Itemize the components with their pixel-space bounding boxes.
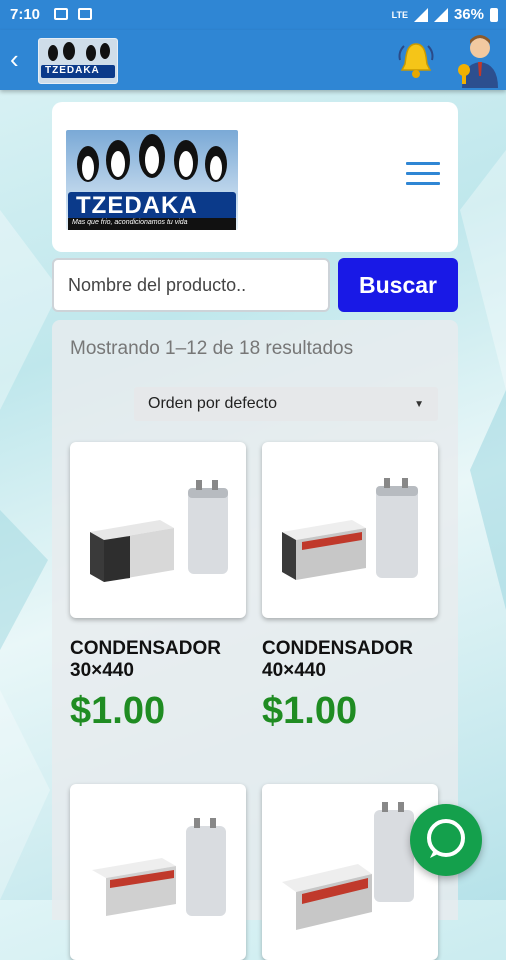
- result-count: Mostrando 1–12 de 18 resultados: [70, 338, 354, 359]
- status-time: 7:10: [10, 6, 41, 23]
- chat-bubble-icon: [427, 819, 465, 858]
- message-icon: [78, 8, 92, 20]
- signal-icon: [413, 7, 428, 22]
- search-button[interactable]: Buscar: [338, 258, 458, 312]
- battery-percent: 36%: [453, 6, 484, 23]
- product-image[interactable]: [70, 442, 246, 618]
- app-bar: ‹ TZEDAKA: [0, 30, 506, 90]
- user-avatar-icon[interactable]: [452, 32, 502, 88]
- brand-name: TZEDAKA: [76, 192, 198, 219]
- product-price: $1.00: [262, 690, 358, 732]
- brand-logo[interactable]: TZEDAKA Mas que frio, acondicionamos tu …: [66, 130, 238, 230]
- product-image[interactable]: [70, 784, 246, 960]
- status-bar: 7:10 LTE 36%: [0, 0, 506, 30]
- app-logo-text: TZEDAKA: [45, 65, 100, 76]
- sort-select[interactable]: Orden por defecto ▼: [134, 387, 438, 421]
- chat-button[interactable]: [410, 804, 482, 876]
- product-price: $1.00: [70, 690, 166, 732]
- signal-icon-2: [433, 7, 448, 22]
- product-name[interactable]: CONDENSADOR 30×440: [70, 638, 246, 682]
- brand-tagline: Mas que frio, acondicionamos tu vida: [72, 219, 188, 226]
- caret-down-icon: ▼: [414, 398, 424, 410]
- product-image[interactable]: [262, 442, 438, 618]
- app-logo: TZEDAKA: [38, 38, 118, 84]
- sort-label: Orden por defecto: [148, 395, 277, 412]
- chevron-left-icon[interactable]: ‹: [10, 46, 19, 72]
- bell-icon[interactable]: [392, 36, 440, 84]
- menu-icon[interactable]: [406, 162, 440, 190]
- search-input[interactable]: [52, 258, 330, 312]
- battery-icon: [490, 7, 498, 22]
- gallery-icon: [54, 8, 68, 20]
- product-name[interactable]: CONDENSADOR 40×440: [262, 638, 438, 682]
- network-label: LTE: [391, 9, 408, 20]
